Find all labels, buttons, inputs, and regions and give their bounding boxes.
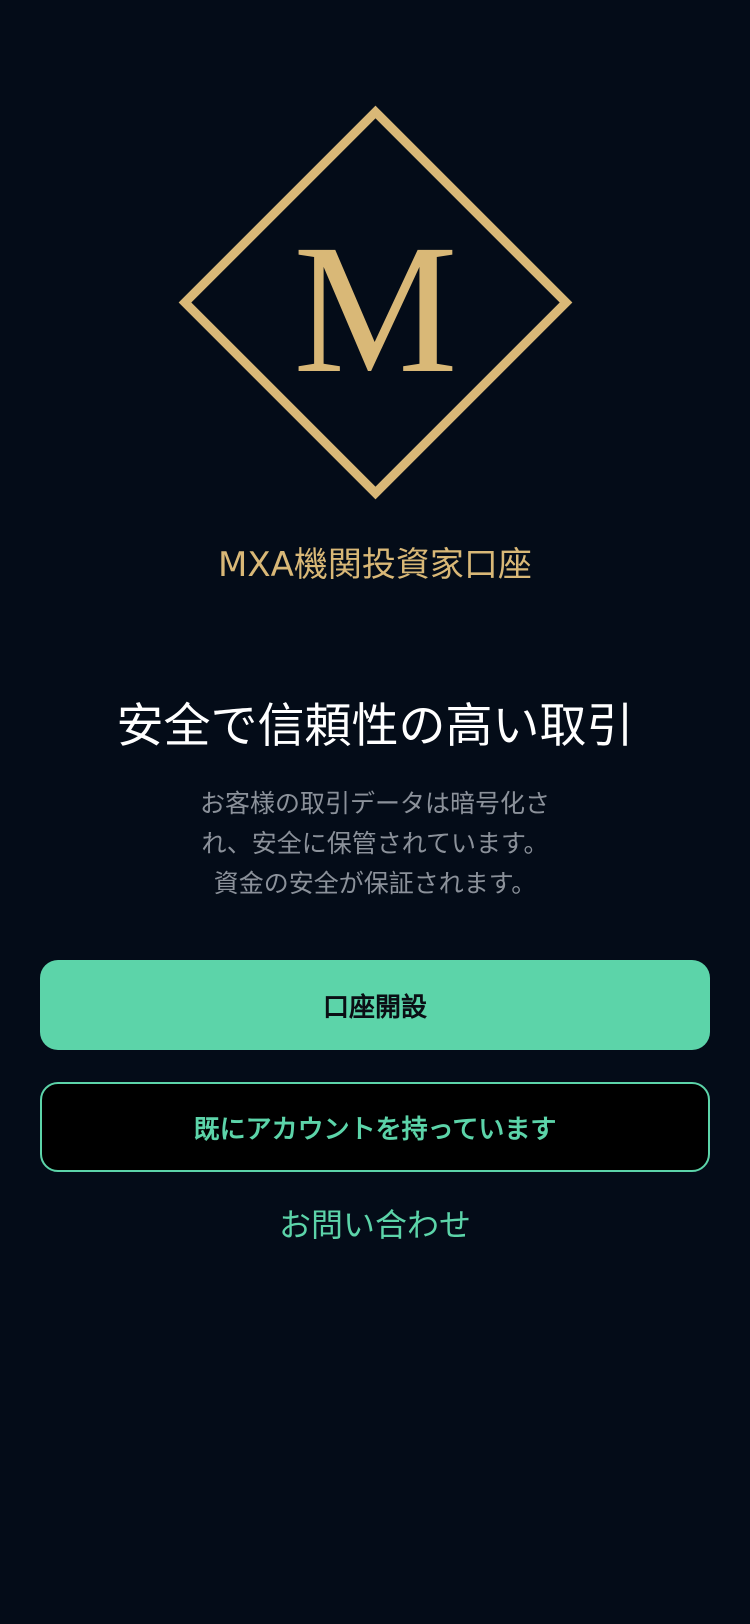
svg-text:M: M — [293, 207, 458, 412]
contact-link[interactable]: お問い合わせ — [0, 1200, 750, 1250]
page-title: 安全で信頼性の高い取引 — [116, 699, 634, 754]
brand-logo: M — [178, 105, 573, 500]
description-line: れ、安全に保管されています。 — [201, 829, 549, 858]
diamond-m-logo-icon: M — [178, 105, 573, 500]
open-account-label: 口座開設 — [322, 992, 427, 1023]
description-line: お客様の取引データは暗号化さ — [199, 789, 550, 818]
description-line: 資金の安全が保証されます。 — [213, 869, 537, 898]
description: お客様の取引データは暗号化さ れ、安全に保管されています。 資金の安全が保証され… — [165, 784, 585, 904]
have-account-button[interactable]: 既にアカウントを持っています — [40, 1082, 710, 1172]
brand-name: MXA機関投資家口座 — [218, 545, 532, 585]
open-account-button[interactable]: 口座開設 — [40, 960, 710, 1050]
have-account-label: 既にアカウントを持っています — [193, 1114, 557, 1145]
